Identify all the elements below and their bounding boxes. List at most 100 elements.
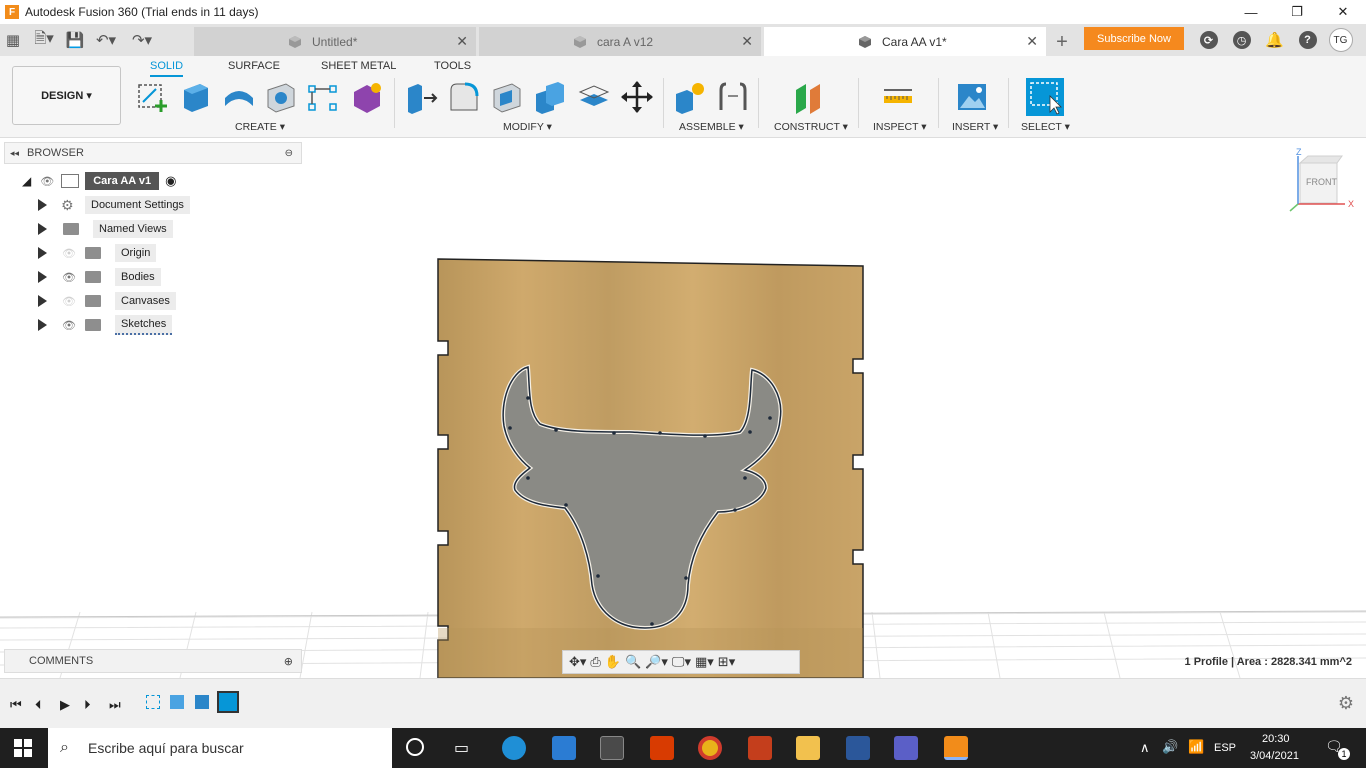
teams-icon[interactable] [894, 736, 918, 760]
tray-chevron-icon[interactable]: ∧ [1140, 740, 1150, 756]
shell-icon[interactable] [490, 80, 524, 114]
file-menu-icon[interactable]: 🗎▾ [26, 24, 62, 56]
timeline-sketch-icon[interactable] [146, 695, 160, 709]
zoom-icon[interactable]: 🔍 [625, 654, 641, 670]
tab-close-icon[interactable]: ✕ [741, 33, 753, 50]
language-indicator[interactable]: ESP [1214, 742, 1236, 754]
combine-icon[interactable] [533, 80, 567, 114]
browser-item-origin[interactable]: 👁 Origin [38, 243, 157, 263]
tab-untitled[interactable]: Untitled* ✕ [194, 27, 476, 56]
activate-radio-icon[interactable]: ◉ [165, 173, 176, 189]
insert-image-icon[interactable] [955, 80, 989, 114]
new-component-icon[interactable] [673, 80, 707, 114]
offset-plane-icon[interactable] [792, 80, 826, 114]
assemble-menu[interactable]: ASSEMBLE ▾ [679, 121, 744, 133]
volume-icon[interactable]: 🔊 [1162, 739, 1178, 755]
eye-icon[interactable]: 👁 [61, 271, 77, 284]
canvas-scene[interactable] [0, 138, 1366, 678]
pattern-icon[interactable] [306, 80, 340, 114]
save-icon[interactable]: 💾 [62, 24, 88, 56]
viewports-icon[interactable]: ⊞▾ [718, 654, 735, 670]
browser-item-bodies[interactable]: 👁 Bodies [38, 267, 161, 287]
tab-solid[interactable]: SOLID [150, 60, 184, 77]
select-icon[interactable] [1026, 78, 1064, 116]
tab-sheet-metal[interactable]: SHEET METAL [321, 60, 396, 72]
word-icon[interactable] [846, 736, 870, 760]
create-form-icon[interactable] [350, 80, 384, 114]
wifi-icon[interactable]: 📶 [1188, 739, 1204, 755]
timeline-settings-gear-icon[interactable]: ⚙ [1338, 693, 1354, 714]
chrome-icon[interactable] [698, 736, 722, 760]
display-settings-icon[interactable]: 🖵▾ [672, 654, 691, 670]
clock-date[interactable]: 3/04/2021 [1250, 750, 1299, 762]
step-forward-icon[interactable]: ⏵ [84, 697, 91, 713]
browser-header[interactable]: ◂◂ BROWSER ⊖ [4, 142, 302, 164]
cortana-icon[interactable] [406, 738, 424, 756]
browser-options-icon[interactable]: ⊖ [285, 148, 293, 159]
collapse-browser-icon[interactable]: ◂◂ [10, 148, 19, 159]
pan-hand-icon[interactable]: ✋ [605, 654, 621, 670]
fillet-icon[interactable] [447, 80, 481, 114]
new-tab-button[interactable]: + [1048, 28, 1076, 56]
revolve-icon[interactable] [222, 80, 256, 114]
go-to-end-icon[interactable]: ⏭ [109, 697, 121, 713]
tab-close-icon[interactable]: ✕ [456, 33, 468, 50]
job-status-icon[interactable]: ⟳ [1199, 31, 1218, 49]
tab-cara-aa-v1[interactable]: Cara AA v1* ✕ [764, 27, 1046, 56]
tab-tools[interactable]: TOOLS [434, 60, 471, 72]
powerpoint-icon[interactable] [748, 736, 772, 760]
close-icon[interactable]: ✕ [1320, 0, 1366, 24]
expand-triangle-icon[interactable] [38, 223, 47, 235]
measure-icon[interactable] [881, 80, 915, 114]
clock-time[interactable]: 20:30 [1262, 733, 1290, 745]
play-icon[interactable]: ▶ [60, 697, 70, 713]
mail-icon[interactable] [552, 736, 576, 760]
subscribe-button[interactable]: Subscribe Now [1084, 27, 1184, 50]
workspace-switcher[interactable]: DESIGN ▾ [12, 66, 121, 125]
eye-icon[interactable]: 👁 [61, 319, 77, 332]
expand-triangle-icon[interactable] [38, 295, 47, 307]
store-icon[interactable] [600, 736, 624, 760]
press-pull-icon[interactable] [404, 80, 438, 114]
browser-item-document-settings[interactable]: ⚙ Document Settings [38, 195, 190, 215]
fit-icon[interactable]: 🔎▾ [645, 654, 668, 670]
look-at-icon[interactable]: ⎙ [590, 654, 600, 670]
browser-item-canvases[interactable]: 👁 Canvases [38, 291, 176, 311]
3d-viewport[interactable]: FRONT Z X [0, 138, 1366, 678]
avatar[interactable]: TG [1328, 28, 1353, 52]
eye-icon[interactable]: 👁 [39, 175, 55, 188]
expand-triangle-icon[interactable] [38, 247, 47, 259]
timeline-extrude-icon[interactable] [170, 695, 184, 709]
browser-item-sketches[interactable]: 👁 Sketches [38, 315, 173, 335]
edge-icon[interactable] [502, 736, 526, 760]
minimize-icon[interactable]: — [1228, 0, 1274, 24]
comments-panel[interactable]: COMMENTS ⊕ [4, 649, 302, 673]
tab-close-icon[interactable]: ✕ [1026, 33, 1038, 50]
browser-root[interactable]: ◢ 👁 Cara AA v1 ◉ [22, 171, 176, 191]
help-icon[interactable]: ? [1298, 31, 1317, 49]
task-view-icon[interactable]: ▭ [454, 738, 469, 758]
create-sketch-icon[interactable] [136, 80, 170, 114]
eye-off-icon[interactable]: 👁 [61, 247, 77, 260]
windows-start-icon[interactable] [14, 739, 32, 757]
viewcube-face-label[interactable]: FRONT [1306, 177, 1337, 187]
add-comment-icon[interactable]: ⊕ [284, 655, 293, 668]
expand-triangle-icon[interactable] [38, 199, 47, 211]
create-menu[interactable]: CREATE ▾ [235, 121, 285, 133]
select-menu[interactable]: SELECT ▾ [1021, 121, 1070, 133]
modify-menu[interactable]: MODIFY ▾ [503, 121, 552, 133]
extrude-icon[interactable] [178, 80, 212, 114]
inspect-menu[interactable]: INSPECT ▾ [873, 121, 927, 133]
collapse-triangle-icon[interactable]: ◢ [22, 174, 31, 188]
offset-face-icon[interactable] [577, 80, 611, 114]
step-back-icon[interactable]: ⏴ [35, 697, 42, 713]
clock-icon[interactable]: ◷ [1232, 31, 1251, 49]
redo-icon[interactable]: ↷▾ [124, 24, 160, 56]
joint-icon[interactable] [716, 80, 750, 114]
browser-item-named-views[interactable]: Named Views [38, 219, 173, 239]
go-to-start-icon[interactable]: ⏮ [10, 697, 22, 713]
undo-icon[interactable]: ↶▾ [88, 24, 124, 56]
tab-cara-a-v12[interactable]: cara A v12 ✕ [479, 27, 761, 56]
app-grid-icon[interactable]: ▦ [0, 24, 26, 56]
restore-icon[interactable]: ❐ [1274, 0, 1320, 24]
